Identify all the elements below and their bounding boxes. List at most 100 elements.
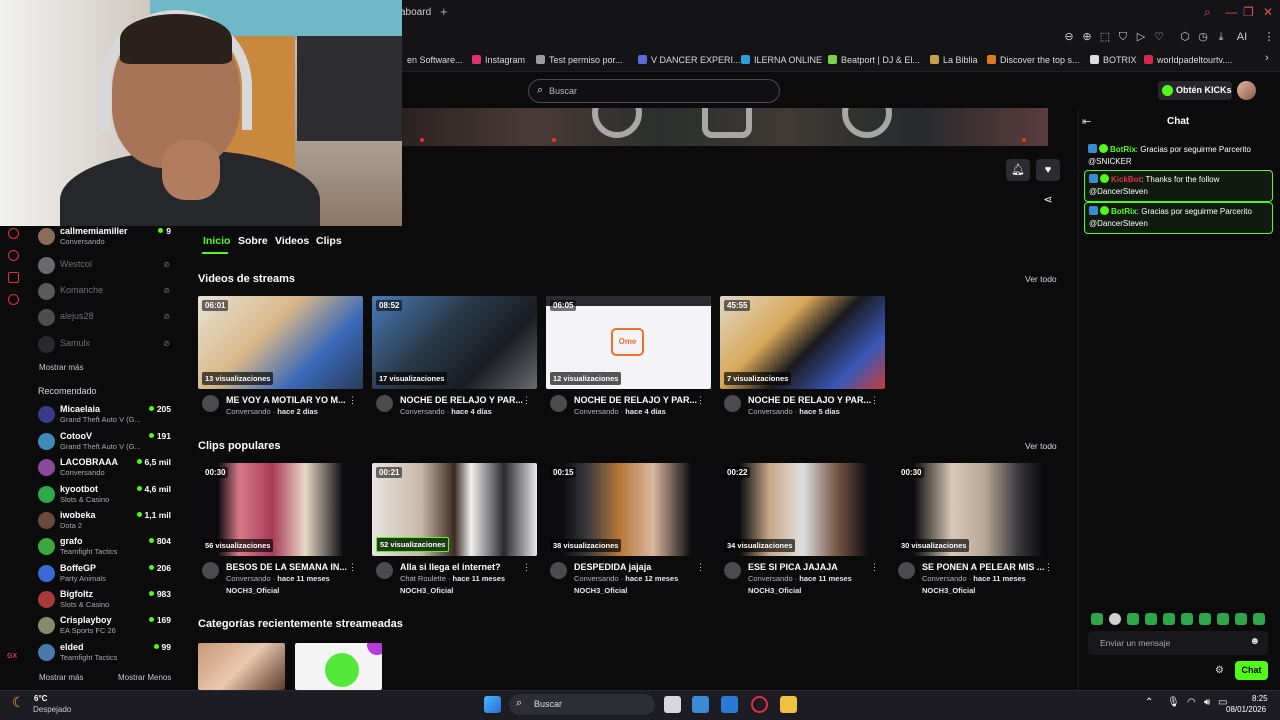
- sidebar-channel[interactable]: elded Teamfight Tactics 99: [38, 642, 174, 668]
- emote-icon[interactable]: [1091, 613, 1103, 625]
- sidebar-channel[interactable]: grafo Teamfight Tactics 804: [38, 536, 174, 562]
- store-icon[interactable]: [692, 696, 709, 713]
- weather-icon[interactable]: ☾: [12, 694, 25, 711]
- collapse-chat-icon[interactable]: ⇤: [1082, 115, 1091, 128]
- emote-icon[interactable]: [1127, 613, 1139, 625]
- outlook-icon[interactable]: [721, 696, 738, 713]
- sidebar-channel[interactable]: callmemiamiller Conversando 9: [38, 226, 174, 252]
- more-options-icon[interactable]: ⋮: [870, 562, 879, 573]
- sidebar-channel[interactable]: LACOBRAAA Conversando 6,5 mil: [38, 457, 174, 483]
- category-card[interactable]: [198, 643, 285, 690]
- more-options-icon[interactable]: ⋮: [870, 395, 879, 406]
- tray-chevron-icon[interactable]: ⌃: [1145, 697, 1153, 708]
- taskbar-search[interactable]: ⌕ Buscar: [509, 694, 655, 715]
- more-options-icon[interactable]: ⋮: [522, 562, 531, 573]
- clip-owner[interactable]: NOCH3_Oficial: [226, 586, 279, 595]
- menu-icon[interactable]: ⋮: [1262, 30, 1276, 44]
- wifi-icon[interactable]: ◠: [1187, 697, 1196, 708]
- bookmark-item[interactable]: Discover the top s...: [987, 55, 1080, 65]
- emoji-icon[interactable]: ☻: [1249, 636, 1260, 647]
- bookmark-item[interactable]: La Biblia: [930, 55, 978, 65]
- volume-icon[interactable]: 🔊︎: [1204, 697, 1210, 708]
- close-circle-icon[interactable]: [8, 228, 19, 239]
- browser-tab[interactable]: aboard: [400, 7, 431, 18]
- search-icon[interactable]: ⌕: [1204, 5, 1211, 20]
- get-kicks-button[interactable]: Obtén KICKs: [1158, 81, 1232, 100]
- windows-start-icon[interactable]: [484, 696, 501, 713]
- sidebar-channel[interactable]: Komanche ⊘: [38, 281, 174, 307]
- chat-settings-icon[interactable]: ⚙: [1215, 665, 1224, 676]
- file-explorer-icon[interactable]: [780, 696, 797, 713]
- clip-owner[interactable]: NOCH3_Oficial: [922, 586, 975, 595]
- emote-icon[interactable]: [1235, 613, 1247, 625]
- show-more-link[interactable]: Mostrar más: [39, 363, 83, 372]
- sidebar-channel[interactable]: Samulx ⊘: [38, 334, 174, 360]
- user-avatar[interactable]: [1237, 81, 1256, 100]
- clip-owner[interactable]: NOCH3_Oficial: [574, 586, 627, 595]
- tab-sobre[interactable]: Sobre: [238, 235, 268, 247]
- emote-icon[interactable]: [1199, 613, 1211, 625]
- gx-icon[interactable]: GX: [7, 653, 17, 660]
- play-icon[interactable]: ▷: [1134, 30, 1148, 44]
- zoom-out-icon[interactable]: ⊖: [1062, 30, 1076, 44]
- microphone-icon[interactable]: 🎙︎: [1167, 697, 1180, 708]
- sidebar-channel[interactable]: kyootbot Slots & Casino 4,6 mil: [38, 484, 174, 510]
- chat-send-button[interactable]: Chat: [1235, 661, 1268, 680]
- bookmark-item[interactable]: ILERNA ONLINE: [741, 55, 822, 65]
- clock-time[interactable]: 8:25: [1252, 694, 1268, 703]
- clock-date[interactable]: 08/01/2026: [1226, 705, 1266, 714]
- more-options-icon[interactable]: ⋮: [522, 395, 531, 406]
- download-icon[interactable]: ⤓: [1214, 30, 1228, 44]
- show-more-link[interactable]: Mostrar más: [39, 673, 83, 682]
- ai-button[interactable]: AI: [1232, 30, 1252, 44]
- task-view-icon[interactable]: [664, 696, 681, 713]
- notification-bell-icon[interactable]: 🔔︎: [1006, 159, 1030, 181]
- emote-icon[interactable]: [1163, 613, 1175, 625]
- bookmark-item[interactable]: Instagram: [472, 55, 525, 65]
- emote-icon[interactable]: [1181, 613, 1193, 625]
- sidebar-channel[interactable]: Micaelaia Grand Theft Auto V (G... 205: [38, 404, 174, 430]
- send-icon[interactable]: [8, 272, 19, 283]
- minimize-icon[interactable]: —: [1225, 5, 1237, 19]
- more-options-icon[interactable]: ⋮: [696, 395, 705, 406]
- bookmark-item[interactable]: V DANCER EXPERI...: [638, 55, 741, 65]
- more-options-icon[interactable]: ⋮: [348, 562, 357, 573]
- bookmark-item[interactable]: Test permiso por...: [536, 55, 623, 65]
- emote-icon[interactable]: [1145, 613, 1157, 625]
- category-card[interactable]: [295, 643, 382, 690]
- restore-icon[interactable]: ❐: [1243, 5, 1254, 19]
- bookmark-item[interactable]: worldpadeltourtv....: [1144, 55, 1232, 65]
- tab-inicio[interactable]: Inicio: [203, 235, 230, 247]
- new-tab-button[interactable]: +: [440, 4, 448, 19]
- bookmarks-more-icon[interactable]: ›: [1265, 52, 1269, 64]
- close-icon[interactable]: ✕: [1263, 5, 1273, 19]
- screenshot-icon[interactable]: ⬚: [1098, 30, 1112, 44]
- opera-gx-icon[interactable]: [751, 696, 768, 713]
- zoom-in-icon[interactable]: ⊕: [1080, 30, 1094, 44]
- sidebar-channel[interactable]: iwobeka Dota 2 1,1 mil: [38, 510, 174, 536]
- emote-icon[interactable]: [1217, 613, 1229, 625]
- sidebar-channel[interactable]: BoffeGP Party Animals 206: [38, 563, 174, 589]
- clock-icon[interactable]: [8, 250, 19, 261]
- extensions-icon[interactable]: ⬡: [1178, 30, 1192, 44]
- more-options-icon[interactable]: ⋮: [696, 562, 705, 573]
- follow-heart-icon[interactable]: ♥: [1036, 159, 1060, 181]
- emote-icon[interactable]: [1253, 613, 1265, 625]
- clip-owner[interactable]: NOCH3_Oficial: [748, 586, 801, 595]
- more-options-icon[interactable]: ⋮: [1044, 562, 1053, 573]
- more-options-icon[interactable]: ⋮: [348, 395, 357, 406]
- bookmark-item[interactable]: en Software...: [407, 55, 463, 65]
- see-all-streams-link[interactable]: Ver todo: [1025, 274, 1057, 284]
- see-all-clips-link[interactable]: Ver todo: [1025, 441, 1057, 451]
- sidebar-channel[interactable]: Bigfoltz Slots & Casino 983: [38, 589, 174, 615]
- tab-videos[interactable]: Videos: [275, 235, 309, 247]
- emote-icon[interactable]: [1109, 613, 1121, 625]
- sidebar-channel[interactable]: Crisplayboy EA Sports FC 26 169: [38, 615, 174, 641]
- settings-icon[interactable]: [8, 294, 19, 305]
- sidebar-channel[interactable]: alejus28 ⊘: [38, 307, 174, 333]
- chat-message-input[interactable]: Enviar un mensaje ☻: [1088, 631, 1268, 655]
- sidebar-channel[interactable]: Westcol ⊘: [38, 255, 174, 281]
- show-less-link[interactable]: Mostrar Menos: [118, 673, 171, 682]
- bookmark-item[interactable]: BOTRIX: [1090, 55, 1137, 65]
- tab-clips[interactable]: Clips: [316, 235, 342, 247]
